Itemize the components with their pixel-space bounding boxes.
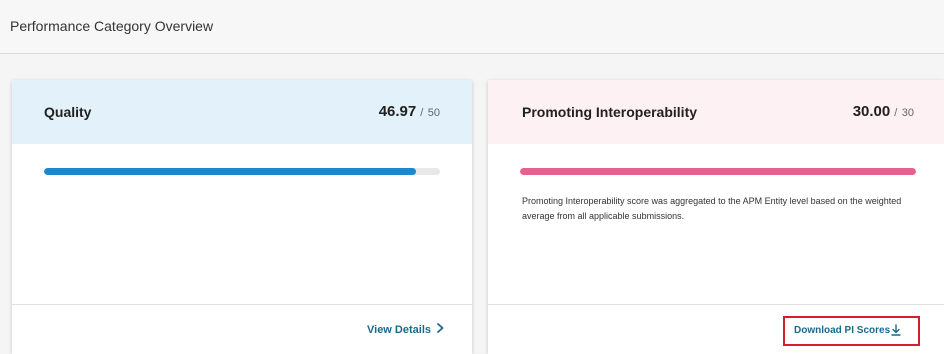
pi-progress-track (520, 168, 916, 175)
pi-score-max: 30 (901, 107, 914, 119)
download-pi-scores-label: Download PI Scores (794, 325, 891, 336)
quality-score-value: 46.97 (378, 103, 417, 120)
pi-score: 30.00/ 30 (853, 103, 914, 121)
pi-score-value: 30.00 (852, 103, 891, 120)
quality-card-footer: View Details (12, 304, 472, 354)
quality-progress-track (44, 168, 440, 175)
download-pi-scores-link[interactable]: Download PI Scores (794, 324, 901, 339)
pi-card-footer: Download PI Scores (488, 304, 944, 354)
quality-title: Quality (44, 104, 92, 120)
view-details-link[interactable]: View Details (367, 323, 444, 336)
pi-card-header: Promoting Interoperability 30.00/ 30 (488, 80, 944, 144)
pi-title: Promoting Interoperability (522, 104, 698, 120)
view-details-label: View Details (367, 324, 431, 336)
chevron-right-icon (437, 323, 444, 336)
pi-card: Promoting Interoperability 30.00/ 30 Pro… (488, 80, 944, 354)
quality-card-header: Quality 46.97/ 50 (12, 80, 472, 144)
pi-score-separator: / (894, 107, 898, 119)
page: Performance Category Overview Quality 46… (0, 0, 944, 354)
quality-score-max: 50 (427, 107, 440, 119)
quality-card: Quality 46.97/ 50 View Details (12, 80, 472, 354)
section-header: Performance Category Overview (0, 0, 944, 54)
section-title: Performance Category Overview (10, 18, 214, 34)
pi-progress-fill (520, 168, 916, 175)
quality-score-separator: / (420, 107, 424, 119)
quality-score: 46.97/ 50 (379, 103, 440, 121)
pi-aggregation-note: Promoting Interoperability score was agg… (522, 196, 902, 221)
download-icon (891, 324, 901, 339)
quality-progress-fill (44, 168, 416, 175)
